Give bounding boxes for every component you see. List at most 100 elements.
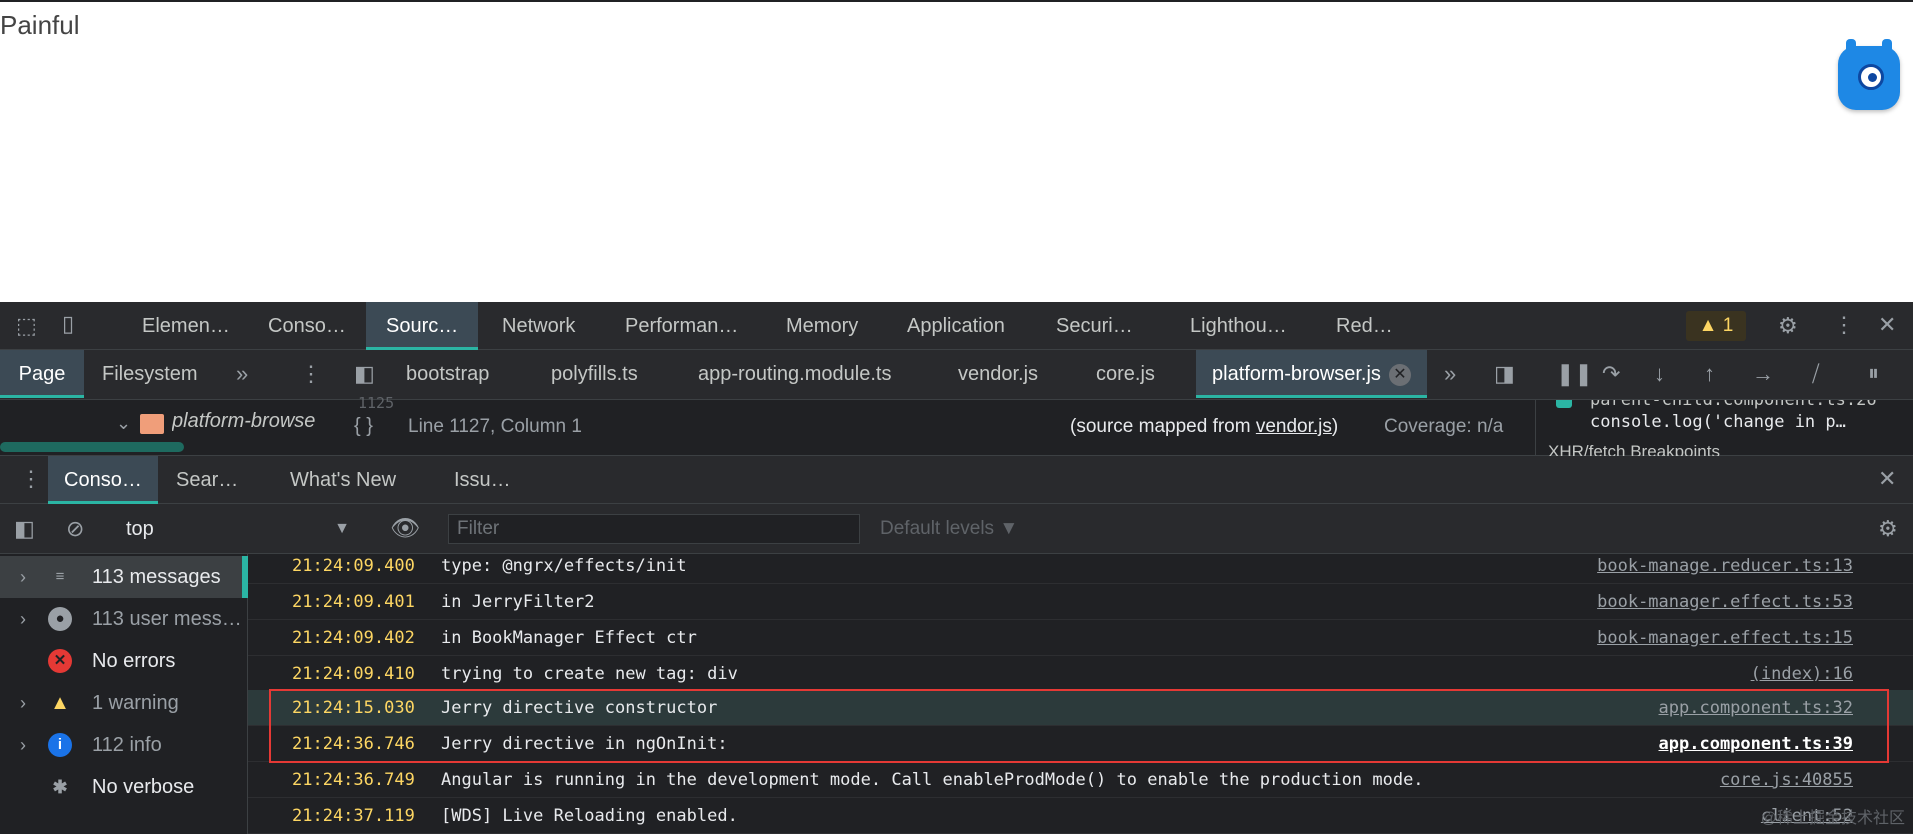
message-timestamp: 21:24:09.400 — [292, 556, 415, 576]
sidebar-label: No errors — [92, 650, 176, 672]
file-tab-bootstrap[interactable]: bootstrap — [406, 350, 489, 398]
tab-application[interactable]: Application — [907, 302, 1005, 350]
sources-toolbar: Page Filesystem » ⋮ ◧ bootstrap polyfill… — [0, 350, 1913, 400]
console-sidebar: › ≡ 113 messages › ● 113 user mess… ✕ No… — [0, 554, 248, 834]
inspect-element-icon[interactable]: ⬚ — [16, 315, 37, 337]
device-toolbar-icon[interactable]: ▯ — [62, 313, 74, 335]
message-source-link[interactable]: book-manager.effect.ts:15 — [1597, 620, 1853, 656]
tab-elements[interactable]: Elemen… — [142, 302, 230, 350]
folder-icon — [140, 414, 164, 434]
top-border — [0, 0, 1913, 2]
drawer-tab-issues[interactable]: Issu… — [454, 456, 511, 504]
message-timestamp: 21:24:36.749 — [292, 770, 415, 790]
sidebar-item-info[interactable]: › i 112 info — [0, 724, 248, 766]
tab-redux[interactable]: Red… — [1336, 302, 1393, 350]
step-out-icon[interactable]: ↑ — [1704, 363, 1715, 385]
tab-page[interactable]: Page — [0, 350, 84, 398]
message-source-link[interactable]: app.component.ts:39 — [1659, 726, 1853, 762]
log-levels-dropdown[interactable]: Default levels ▼ — [880, 514, 1018, 544]
list-icon: ≡ — [55, 568, 65, 585]
sidebar-label: No verbose — [92, 776, 195, 798]
warning-badge[interactable]: ▲ 1 — [1686, 311, 1746, 341]
context-selector[interactable]: top ▼ — [112, 514, 356, 544]
drawer-tab-search[interactable]: Sear… — [176, 456, 238, 504]
file-tab-app-routing[interactable]: app-routing.module.ts — [698, 350, 891, 398]
breakpoint-checkbox[interactable] — [1556, 400, 1572, 408]
close-tab-icon[interactable]: ✕ — [1388, 363, 1411, 386]
message-source-link[interactable]: app.component.ts:32 — [1659, 690, 1853, 726]
step-icon[interactable]: → — [1752, 363, 1774, 385]
sidebar-item-verbose[interactable]: ✱ No verbose — [0, 766, 248, 808]
message-source-link[interactable]: core.js:40855 — [1720, 762, 1853, 798]
pause-on-exceptions-icon[interactable]: ⏸ — [1868, 362, 1879, 384]
toggle-navigator-icon[interactable]: ◧ — [354, 363, 375, 385]
sidebar-item-messages[interactable]: › ≡ 113 messages — [0, 556, 248, 598]
drawer-tab-console[interactable]: Conso… — [48, 456, 158, 504]
more-options-icon[interactable]: ⋮ — [1833, 314, 1855, 336]
settings-gear-icon[interactable]: ⚙ — [1778, 315, 1798, 337]
sidebar-item-warnings[interactable]: › ▲ 1 warning — [0, 682, 248, 724]
tab-performance[interactable]: Performan… — [625, 302, 738, 350]
tab-security[interactable]: Securi… — [1056, 302, 1133, 350]
file-tab-vendor[interactable]: vendor.js — [958, 350, 1038, 398]
tab-sources[interactable]: Sourc… — [366, 302, 479, 350]
close-drawer-icon[interactable]: ✕ — [1878, 468, 1896, 490]
warning-icon: ▲ — [50, 692, 70, 714]
file-tab-core[interactable]: core.js — [1096, 350, 1155, 398]
live-expression-eye-icon[interactable]: 👁 — [390, 517, 420, 541]
warning-icon: ▲ — [1698, 315, 1718, 336]
expand-chevron-icon: › — [20, 567, 26, 587]
show-sidebar-icon[interactable]: ◧ — [14, 518, 35, 540]
debugger-pane: parent-child.component.ts:26 console.log… — [1535, 400, 1913, 456]
tab-lighthouse[interactable]: Lighthou… — [1190, 302, 1287, 350]
user-icon: ● — [48, 607, 72, 631]
cursor-position: Line 1127, Column 1 — [408, 416, 582, 437]
watermark: @稀土掘金技术社区 — [1760, 810, 1905, 827]
sidebar-label: 112 info — [92, 734, 162, 756]
mapped-file-link[interactable]: vendor.js — [1256, 416, 1332, 437]
message-text: [WDS] Live Reloading enabled. — [441, 806, 738, 826]
tab-console[interactable]: Conso… — [268, 302, 346, 350]
tree-folder-label[interactable]: platform-browse — [172, 410, 322, 433]
console-settings-icon[interactable]: ⚙ — [1878, 518, 1898, 540]
tab-filesystem[interactable]: Filesystem — [102, 350, 198, 398]
message-source-link[interactable]: book-manage.reducer.ts:13 — [1597, 548, 1853, 584]
drawer-menu-icon[interactable]: ⋮ — [20, 468, 42, 490]
file-tab-polyfills[interactable]: polyfills.ts — [551, 350, 638, 398]
step-into-icon[interactable]: ↓ — [1654, 363, 1665, 385]
message-timestamp: 21:24:09.410 — [292, 664, 415, 684]
clear-console-icon[interactable]: ⊘ — [66, 518, 84, 540]
message-source-link[interactable]: (index):16 — [1751, 656, 1853, 692]
drawer-tab-whats-new[interactable]: What's New — [290, 456, 396, 504]
deactivate-breakpoints-icon[interactable]: ⧸ — [1812, 363, 1819, 385]
sidebar-item-errors[interactable]: ✕ No errors — [0, 640, 248, 682]
navigator-scrollbar[interactable] — [0, 442, 184, 452]
pretty-print-icon[interactable]: { } — [354, 416, 373, 436]
more-files-chevron-icon[interactable]: » — [1444, 363, 1456, 385]
sidebar-item-user-messages[interactable]: › ● 113 user mess… — [0, 598, 248, 640]
pause-icon[interactable]: ❚❚ — [1556, 363, 1593, 385]
console-message: 21:24:36.749 Angular is running in the d… — [248, 762, 1913, 798]
devtools-main-tabs: ⬚ ▯ Elemen… Conso… Sourc… Network Perfor… — [0, 302, 1913, 350]
nav-more-icon[interactable]: ⋮ — [300, 363, 322, 385]
tree-expand-chevron-icon[interactable]: ⌄ — [116, 414, 131, 432]
console-message: 21:24:09.401 in JerryFilter2 book-manage… — [248, 584, 1913, 620]
coverage-info: Coverage: n/a — [1384, 416, 1504, 437]
file-tab-label: platform-browser.js — [1212, 363, 1381, 385]
mascot-extension-icon[interactable] — [1838, 39, 1900, 110]
console-message: 21:24:09.400 type: @ngrx/effects/init bo… — [248, 548, 1913, 584]
more-tabs-chevron-icon[interactable]: » — [236, 363, 248, 385]
message-source-link[interactable]: book-manager.effect.ts:53 — [1597, 584, 1853, 620]
filter-input[interactable]: Filter — [448, 514, 860, 544]
step-over-icon[interactable]: ↷ — [1602, 363, 1620, 385]
console-message-selected: 21:24:36.746 Jerry directive in ngOnInit… — [248, 726, 1913, 762]
tab-network[interactable]: Network — [502, 302, 575, 350]
xhr-breakpoints-section[interactable]: XHR/fetch Breakpoints — [1548, 442, 1720, 456]
line-number-hint: 1125 — [358, 394, 395, 412]
mapped-suffix: ) — [1331, 416, 1339, 437]
file-tab-platform-browser[interactable]: platform-browser.js ✕ — [1196, 350, 1427, 398]
toggle-debugger-icon[interactable]: ◨ — [1494, 363, 1515, 385]
close-devtools-icon[interactable]: ✕ — [1878, 314, 1896, 336]
tab-memory[interactable]: Memory — [786, 302, 858, 350]
mapped-prefix: (source mapped from — [1070, 416, 1256, 437]
